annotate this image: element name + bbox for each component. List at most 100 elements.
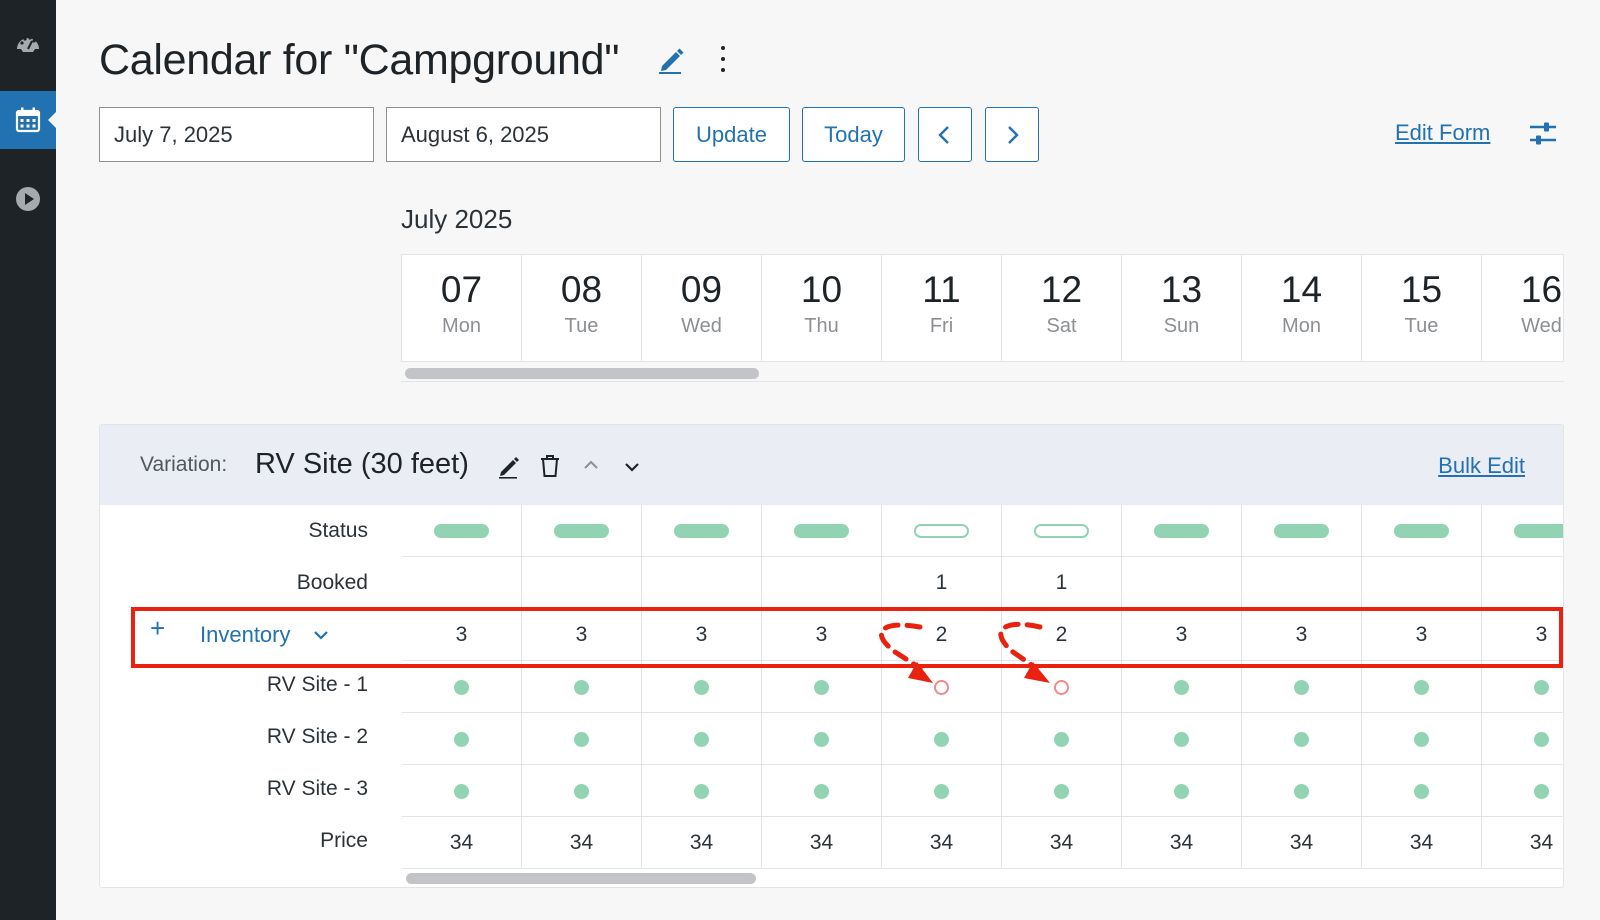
- booked-cell[interactable]: [642, 557, 762, 609]
- price-row-label: Price: [320, 829, 368, 852]
- availability-cell[interactable]: [642, 713, 762, 765]
- booked-cell[interactable]: [1122, 557, 1242, 609]
- availability-cell[interactable]: [1122, 661, 1242, 713]
- availability-cell[interactable]: [402, 661, 522, 713]
- price-cell[interactable]: 34: [762, 817, 882, 869]
- status-indicator: [434, 524, 489, 538]
- scrollbar-thumb[interactable]: [405, 368, 759, 379]
- availability-cell[interactable]: [522, 661, 642, 713]
- date-weekday: Thu: [804, 315, 839, 337]
- availability-cell[interactable]: [1122, 713, 1242, 765]
- booked-cell[interactable]: 1: [882, 557, 1002, 609]
- price-cell[interactable]: 34: [522, 817, 642, 869]
- price-cell[interactable]: 34: [402, 817, 522, 869]
- availability-cell[interactable]: [522, 713, 642, 765]
- price-cell[interactable]: 34: [1242, 817, 1362, 869]
- edit-variation-icon[interactable]: [496, 453, 522, 479]
- edit-form-link[interactable]: Edit Form: [1395, 120, 1490, 146]
- availability-cell[interactable]: [1242, 661, 1362, 713]
- chevron-up-icon[interactable]: [578, 453, 604, 479]
- status-cell[interactable]: [1482, 505, 1563, 557]
- price-cell[interactable]: 34: [1122, 817, 1242, 869]
- date-weekday: Wed: [1521, 315, 1562, 337]
- booked-cell[interactable]: [1362, 557, 1482, 609]
- more-options-icon[interactable]: [716, 42, 730, 76]
- availability-dot: [1054, 679, 1069, 695]
- grid-scrollbar-thumb[interactable]: [406, 873, 756, 884]
- availability-cell[interactable]: [882, 765, 1002, 817]
- sliders-icon[interactable]: [1528, 120, 1558, 148]
- availability-dot: [1294, 731, 1309, 747]
- status-cell[interactable]: [642, 505, 762, 557]
- status-cell[interactable]: [1242, 505, 1362, 557]
- availability-dot: [934, 679, 949, 695]
- availability-cell[interactable]: [1362, 765, 1482, 817]
- date-weekday: Mon: [442, 315, 481, 337]
- price-cell[interactable]: 34: [1002, 817, 1122, 869]
- status-cell[interactable]: [1122, 505, 1242, 557]
- availability-cell[interactable]: [522, 765, 642, 817]
- update-button[interactable]: Update: [673, 107, 790, 162]
- availability-cell[interactable]: [762, 661, 882, 713]
- date-header: 07 Mon 08 Tue 09 Wed 10 Thu 11 Fri 12 Sat 13 Sun 14 Mon…: [401, 254, 1564, 362]
- availability-dot: [454, 731, 469, 747]
- sidebar-item-dashboard[interactable]: [0, 14, 56, 72]
- availability-cell[interactable]: [1002, 713, 1122, 765]
- availability-cell[interactable]: [1482, 661, 1563, 713]
- availability-cell[interactable]: [402, 713, 522, 765]
- trash-icon[interactable]: [537, 453, 563, 479]
- bulk-edit-link[interactable]: Bulk Edit: [1438, 453, 1525, 479]
- sidebar-item-media[interactable]: [0, 170, 56, 228]
- booked-cell[interactable]: [1242, 557, 1362, 609]
- start-date-input[interactable]: [99, 107, 374, 162]
- availability-dot: [1054, 783, 1069, 799]
- availability-cell[interactable]: [642, 765, 762, 817]
- price-cell[interactable]: 34: [882, 817, 1002, 869]
- status-cell[interactable]: [522, 505, 642, 557]
- availability-dot: [574, 783, 589, 799]
- booked-cell[interactable]: [522, 557, 642, 609]
- availability-cell[interactable]: [642, 661, 762, 713]
- booked-cell[interactable]: 1: [1002, 557, 1122, 609]
- availability-cell[interactable]: [1002, 765, 1122, 817]
- status-cell[interactable]: [402, 505, 522, 557]
- price-cell[interactable]: 34: [1362, 817, 1482, 869]
- inventory-highlight-box: [131, 607, 1563, 668]
- availability-cell[interactable]: [882, 713, 1002, 765]
- availability-cell[interactable]: [1362, 661, 1482, 713]
- status-cell[interactable]: [1362, 505, 1482, 557]
- availability-dot: [454, 783, 469, 799]
- availability-cell[interactable]: [882, 661, 1002, 713]
- booked-cell[interactable]: [402, 557, 522, 609]
- availability-cell[interactable]: [1002, 661, 1122, 713]
- booked-cell[interactable]: [762, 557, 882, 609]
- previous-button[interactable]: [918, 107, 972, 162]
- page-title: Calendar for "Campground": [99, 36, 620, 84]
- price-cell[interactable]: 34: [642, 817, 762, 869]
- availability-dot: [1174, 783, 1189, 799]
- date-scrollbar[interactable]: [401, 364, 1564, 382]
- booked-cell[interactable]: [1482, 557, 1563, 609]
- availability-cell[interactable]: [1482, 765, 1563, 817]
- availability-cell[interactable]: [1242, 765, 1362, 817]
- today-button[interactable]: Today: [802, 107, 905, 162]
- availability-cell[interactable]: [1482, 713, 1563, 765]
- unit-row-label: RV Site - 3: [266, 777, 368, 800]
- end-date-input[interactable]: [386, 107, 661, 162]
- availability-cell[interactable]: [762, 713, 882, 765]
- availability-cell[interactable]: [762, 765, 882, 817]
- status-cell[interactable]: [882, 505, 1002, 557]
- next-button[interactable]: [985, 107, 1039, 162]
- availability-cell[interactable]: [402, 765, 522, 817]
- status-cell[interactable]: [762, 505, 882, 557]
- availability-dot: [1174, 679, 1189, 695]
- status-cell[interactable]: [1002, 505, 1122, 557]
- availability-cell[interactable]: [1242, 713, 1362, 765]
- pencil-icon[interactable]: [656, 44, 686, 74]
- dashboard-icon: [17, 36, 39, 52]
- availability-cell[interactable]: [1122, 765, 1242, 817]
- price-cell[interactable]: 34: [1482, 817, 1563, 869]
- availability-cell[interactable]: [1362, 713, 1482, 765]
- sidebar-item-calendar[interactable]: [0, 91, 56, 149]
- chevron-down-icon[interactable]: [619, 453, 645, 479]
